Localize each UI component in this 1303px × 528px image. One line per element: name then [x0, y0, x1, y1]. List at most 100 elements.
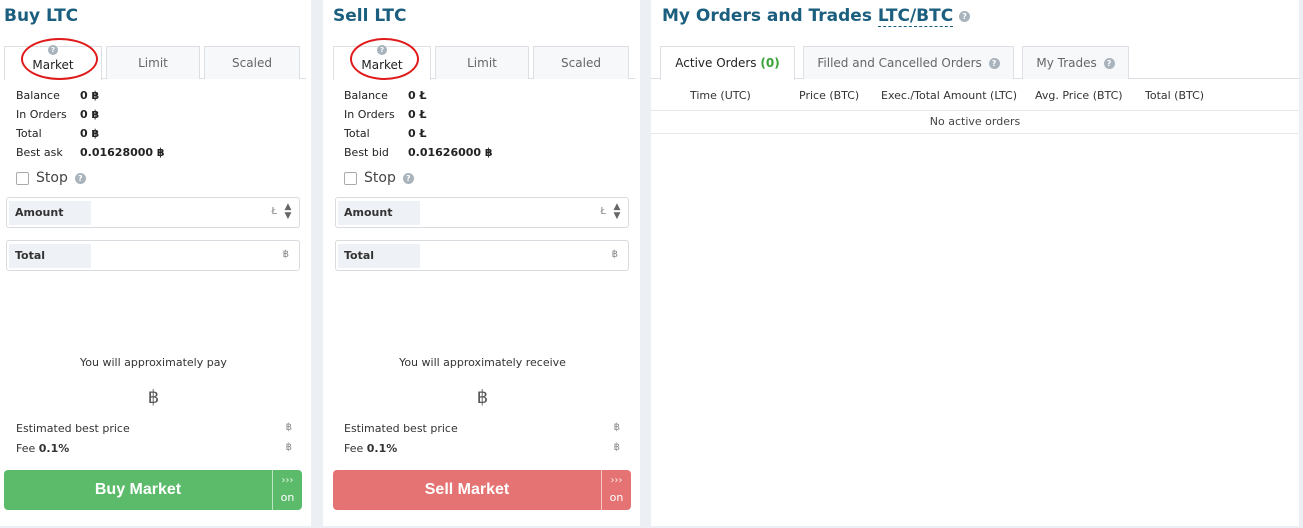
info-row: Best ask 0.01628000 ฿ — [16, 146, 165, 165]
column-header[interactable]: Exec./Total Amount (LTC) — [881, 89, 1017, 102]
info-value: 0.01628000 ฿ — [80, 146, 165, 159]
tab-active-orders[interactable]: Active Orders (0) — [660, 46, 795, 80]
amount-stepper[interactable]: ▲ ▼ — [283, 203, 293, 221]
buy-tab-scaled[interactable]: Scaled — [204, 46, 300, 79]
btc-unit: ฿ — [285, 422, 292, 433]
total-label: Total — [9, 244, 91, 268]
orders-panel: My Orders and Trades LTC/BTC ? Active Or… — [651, 0, 1299, 526]
sell-button-label: Sell Market — [424, 481, 510, 498]
info-row: Best bid 0.01626000 ฿ — [344, 146, 493, 165]
buy-toggle[interactable]: ››› on — [272, 470, 302, 510]
column-header[interactable]: Time (UTC) — [690, 89, 751, 102]
amount-stepper[interactable]: ▲ ▼ — [612, 203, 622, 221]
buy-total-field: Total ฿ — [6, 240, 300, 271]
orders-title-text: My Orders and Trades — [662, 6, 872, 26]
column-header[interactable]: Avg. Price (BTC) — [1035, 89, 1123, 102]
help-icon[interactable]: ? — [402, 172, 414, 184]
ltc-unit: Ł — [600, 206, 606, 217]
chevrons-icon: ››› — [610, 475, 623, 486]
orders-table-header: Time (UTC) Price (BTC) Exec./Total Amoun… — [651, 80, 1299, 111]
info-label: In Orders — [16, 108, 67, 121]
fee-value: 0.1% — [38, 442, 70, 455]
buy-panel: Buy LTC ? Market Limit Scaled Balance 0 ฿… — [0, 0, 311, 526]
toggle-state: on — [609, 491, 624, 504]
stop-label: Stop — [36, 170, 68, 186]
column-header[interactable]: Price (BTC) — [799, 89, 859, 102]
buy-tab-market[interactable]: ? Market — [4, 45, 102, 80]
info-row: Total 0 Ł — [344, 127, 493, 146]
fee-label: Fee — [344, 442, 364, 455]
buy-info: Balance 0 ฿ In Orders 0 ฿ Total 0 ฿ Best as… — [16, 89, 165, 165]
help-icon[interactable]: ? — [959, 10, 971, 22]
sell-amount-input[interactable] — [422, 201, 592, 225]
btc-icon: ฿ — [476, 387, 489, 408]
buy-title: Buy LTC — [4, 6, 79, 26]
est-price-row: Estimated best price ฿ — [344, 422, 620, 435]
info-value: 0 ฿ — [80, 108, 100, 121]
sell-tab-market[interactable]: ? Market — [333, 45, 431, 80]
buy-tabs: ? Market Limit Scaled — [4, 45, 306, 80]
info-value: 0 ฿ — [80, 89, 100, 102]
sell-market-button[interactable]: Sell Market ››› on — [333, 470, 631, 510]
amount-label: Amount — [338, 201, 420, 225]
sell-title: Sell LTC — [333, 6, 407, 26]
info-value: 0 Ł — [408, 108, 427, 121]
info-row: In Orders 0 Ł — [344, 108, 493, 127]
sell-tabs: ? Market Limit Scaled — [333, 45, 635, 80]
btc-unit: ฿ — [285, 442, 292, 453]
help-icon[interactable]: ? — [377, 45, 387, 55]
empty-message: No active orders — [651, 111, 1299, 134]
fee-value: 0.1% — [366, 442, 398, 455]
buy-amount-input[interactable] — [93, 201, 263, 225]
tab-label: My Trades — [1036, 56, 1097, 70]
active-count: (0) — [760, 56, 780, 70]
sell-panel: Sell LTC ? Market Limit Scaled Balance 0 … — [323, 0, 640, 526]
info-label: Total — [344, 127, 370, 140]
toggle-state: on — [280, 491, 295, 504]
orders-title: My Orders and Trades LTC/BTC ? — [662, 6, 971, 27]
sell-toggle[interactable]: ››› on — [601, 470, 631, 510]
btc-unit: ฿ — [611, 249, 618, 260]
column-header[interactable]: Total (BTC) — [1145, 89, 1204, 102]
orders-tabs: Active Orders (0) Filled and Cancelled O… — [651, 46, 1299, 80]
info-value: 0 ฿ — [80, 127, 100, 140]
buy-stop-row: Stop ? — [16, 170, 86, 186]
buy-stop-checkbox[interactable] — [16, 171, 29, 185]
info-label: Total — [16, 127, 42, 140]
info-row: Balance 0 Ł — [344, 89, 493, 108]
info-row: Total 0 ฿ — [16, 127, 165, 146]
info-label: In Orders — [344, 108, 395, 121]
tab-label: Filled and Cancelled Orders — [817, 56, 982, 70]
help-icon[interactable]: ? — [1103, 58, 1115, 69]
info-label: Best ask — [16, 146, 63, 159]
help-icon[interactable]: ? — [48, 45, 58, 55]
fee-row: Fee 0.1% ฿ — [16, 442, 292, 455]
buy-market-button[interactable]: Buy Market ››› on — [4, 470, 302, 510]
help-icon[interactable]: ? — [74, 172, 86, 184]
buy-tab-limit[interactable]: Limit — [106, 46, 200, 79]
sell-stop-checkbox[interactable] — [344, 171, 357, 185]
info-value: 0 Ł — [408, 127, 427, 140]
tab-filled-cancelled[interactable]: Filled and Cancelled Orders ? — [803, 46, 1014, 79]
btc-unit: ฿ — [613, 422, 620, 433]
pair-link[interactable]: LTC/BTC — [877, 6, 954, 27]
fee-row: Fee 0.1% ฿ — [344, 442, 620, 455]
tab-my-trades[interactable]: My Trades ? — [1022, 46, 1129, 79]
buy-tab-market-label: Market — [32, 58, 74, 72]
help-icon[interactable]: ? — [988, 58, 1000, 69]
info-label: Balance — [16, 89, 60, 102]
chevrons-icon: ››› — [281, 475, 294, 486]
sell-total-input[interactable] — [422, 244, 592, 268]
buy-total-input[interactable] — [93, 244, 263, 268]
sell-tab-scaled[interactable]: Scaled — [533, 46, 629, 79]
chevron-down-icon[interactable]: ▼ — [285, 211, 292, 221]
est-price-row: Estimated best price ฿ — [16, 422, 292, 435]
info-value: 0 Ł — [408, 89, 427, 102]
sell-amount-field: Amount Ł ▲ ▼ — [335, 197, 629, 228]
amount-label: Amount — [9, 201, 91, 225]
info-value: 0.01626000 ฿ — [408, 146, 493, 159]
tab-label: Active Orders — [675, 56, 757, 70]
sell-tab-limit[interactable]: Limit — [435, 46, 529, 79]
sell-info: Balance 0 Ł In Orders 0 Ł Total 0 Ł Best bi… — [344, 89, 493, 165]
chevron-down-icon[interactable]: ▼ — [614, 211, 621, 221]
